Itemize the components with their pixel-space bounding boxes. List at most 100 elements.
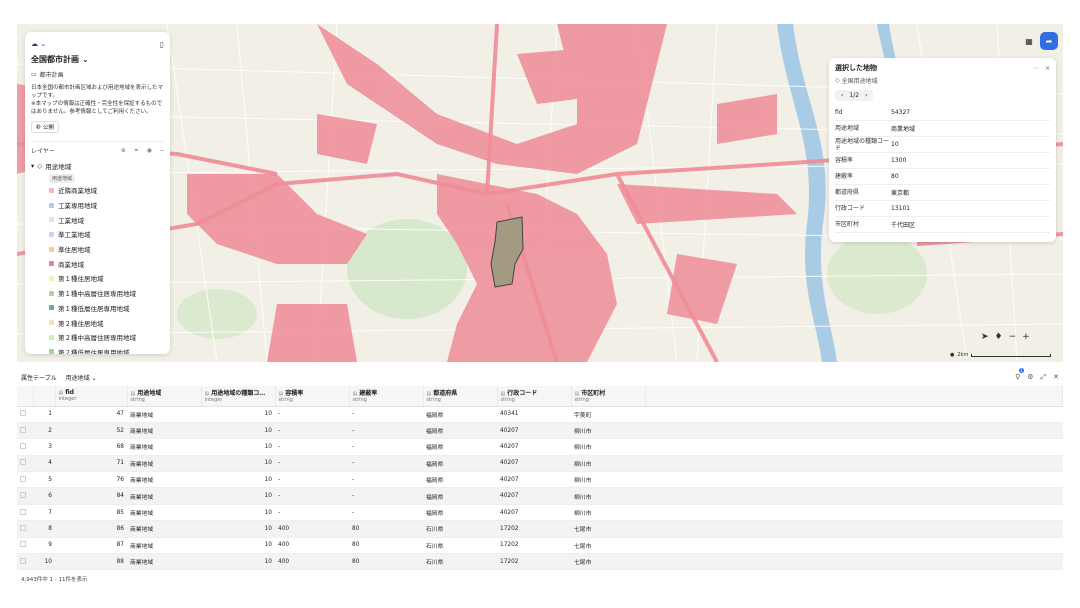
- table-row[interactable]: 10 88 商業地域 10 400 80 石川県 17202 七尾市: [17, 553, 1063, 571]
- column-header[interactable]: ▤ 用途地域 string: [127, 386, 202, 407]
- row-checkbox[interactable]: [20, 557, 26, 564]
- filter-count-badge: 1: [1019, 368, 1024, 373]
- row-checkbox[interactable]: [20, 508, 26, 515]
- project-title[interactable]: 全国都市計画 ⌄: [31, 54, 164, 65]
- table-row[interactable]: 1 47 商業地域 10- - 福岡県 40341 宇美町: [17, 406, 1063, 423]
- column-header[interactable]: ▤ fid integer: [55, 386, 128, 407]
- legend-item[interactable]: 第２種住居地域: [31, 315, 164, 330]
- column-header[interactable]: ▤ 用途地域の種類コ… integer: [201, 386, 276, 407]
- collapse-icon[interactable]: ⌣: [160, 147, 164, 155]
- eye-icon[interactable]: ◉: [147, 147, 152, 155]
- close-icon[interactable]: ✕: [1053, 373, 1059, 381]
- legend-item[interactable]: 工業地域: [31, 212, 164, 227]
- row-checkbox-cell[interactable]: [17, 487, 33, 505]
- legend-label: 第１種住居地域: [58, 275, 104, 284]
- compass-icon[interactable]: ♦: [995, 332, 1003, 342]
- column-header[interactable]: ▤ 行政コード string: [497, 386, 572, 407]
- row-checkbox-cell[interactable]: [17, 471, 33, 489]
- row-checkbox-cell[interactable]: [17, 406, 33, 423]
- table-footer: 4,943件中 1 - 11件を表示: [21, 577, 88, 583]
- row-checkbox[interactable]: [20, 492, 26, 499]
- row-checkbox-cell[interactable]: [17, 455, 33, 473]
- close-icon[interactable]: ✕: [1045, 65, 1050, 72]
- cell-city: 七尾市: [571, 520, 645, 538]
- layer-style-icon: ◇: [37, 162, 43, 170]
- row-checkbox-cell[interactable]: [17, 422, 33, 440]
- feature-attr-row: 用途地域の種類コード 10: [835, 137, 1050, 153]
- row-number: 1: [33, 406, 55, 423]
- cell-city: 柳川市: [571, 487, 645, 505]
- grid-icon[interactable]: ▦: [1021, 33, 1037, 49]
- column-header[interactable]: ▤ 建蔽率 string: [349, 386, 424, 407]
- legend-item[interactable]: 準住居地域: [31, 242, 164, 257]
- zoom-in-button[interactable]: +: [1022, 332, 1030, 342]
- chevron-left-icon[interactable]: ‹: [841, 92, 843, 99]
- row-checkbox[interactable]: [20, 459, 26, 466]
- legend-item[interactable]: 第１種中高層住居専用地域: [31, 286, 164, 301]
- link-icon[interactable]: ⚭: [134, 147, 139, 155]
- row-number: 2: [33, 422, 55, 440]
- project-title-text: 全国都市計画: [31, 55, 79, 64]
- sidebar-toggle-icon[interactable]: ▯: [160, 40, 164, 49]
- table-row[interactable]: 3 68 商業地域 10- - 福岡県 40207 柳川市: [17, 438, 1063, 456]
- cell-admin: 17202: [497, 537, 571, 555]
- gear-icon[interactable]: ⚙: [1027, 373, 1033, 381]
- legend-item[interactable]: 準工業地域: [31, 227, 164, 242]
- column-header[interactable]: ▤ 市区町村 string: [571, 386, 646, 407]
- project-folder[interactable]: ▭ 都市計画: [31, 70, 164, 79]
- column-name: 用途地域の種類コ…: [211, 390, 266, 398]
- row-checkbox-cell[interactable]: [17, 504, 33, 522]
- feature-layer: ◇ 全国用途地域: [835, 76, 1050, 85]
- legend-item[interactable]: 近隣商業地域: [31, 183, 164, 198]
- table-row[interactable]: 6 84 商業地域 10- - 福岡県 40207 柳川市: [17, 487, 1063, 505]
- filter-icon[interactable]: ⚲ 1: [1015, 368, 1024, 381]
- column-header[interactable]: ▤ 都道府県 string: [423, 386, 498, 407]
- chevron-right-icon[interactable]: ›: [865, 92, 867, 99]
- row-checkbox-cell[interactable]: [17, 553, 33, 571]
- row-checkbox-cell[interactable]: [17, 438, 33, 456]
- expand-icon[interactable]: ⤢: [1041, 373, 1047, 382]
- cell-city: 柳川市: [571, 438, 645, 456]
- legend-item[interactable]: 第２種中高層住居専用地域: [31, 330, 164, 345]
- legend-item[interactable]: 工業専用地域: [31, 198, 164, 213]
- table-row[interactable]: 2 52 商業地域 10- - 福岡県 40207 柳川市: [17, 422, 1063, 440]
- table-row[interactable]: 9 87 商業地域 10 400 80 石川県 17202 七尾市: [17, 537, 1063, 555]
- column-name: 都道府県: [433, 390, 458, 398]
- info-icon[interactable]: ●: [950, 352, 954, 358]
- layer-select[interactable]: 用途地域 ⌄: [63, 372, 100, 383]
- row-checkbox[interactable]: [20, 410, 26, 417]
- legend-item[interactable]: 第２種低層住居専用地域: [31, 345, 164, 354]
- row-checkbox[interactable]: [20, 426, 26, 433]
- add-layer-icon[interactable]: ⊕: [121, 147, 126, 155]
- table-row[interactable]: 4 71 商業地域 10- - 福岡県 40207 柳川市: [17, 455, 1063, 473]
- app-logo-icon[interactable]: ☁ ⌄: [31, 40, 46, 48]
- cell-far: -: [275, 487, 349, 505]
- row-checkbox[interactable]: [20, 442, 26, 449]
- column-header[interactable]: ▤ 容積率 string: [275, 386, 350, 407]
- layer-group-zoning[interactable]: ▾ ◇ 用途地域: [31, 161, 164, 171]
- cell-fid: 47: [55, 406, 127, 423]
- scale-label: 2km: [957, 352, 969, 358]
- share-icon[interactable]: ➦: [1040, 32, 1058, 50]
- cell-code: 10: [201, 455, 275, 473]
- cell-bcr: -: [349, 487, 423, 505]
- legend-item[interactable]: 商業地域: [31, 256, 164, 271]
- locate-icon[interactable]: ➤: [981, 332, 989, 342]
- row-checkbox[interactable]: [20, 541, 26, 548]
- legend-swatch: [49, 334, 54, 340]
- legend-item[interactable]: 第１種低層住居専用地域: [31, 301, 164, 316]
- visibility-badge[interactable]: ◍ 公開: [31, 121, 59, 133]
- zoom-out-button[interactable]: −: [1009, 332, 1017, 342]
- feature-attr-key: 容積率: [835, 157, 854, 164]
- more-icon[interactable]: ⋯: [1033, 65, 1039, 72]
- row-checkbox-cell[interactable]: [17, 520, 33, 538]
- table-row[interactable]: 5 76 商業地域 10- - 福岡県 40207 柳川市: [17, 471, 1063, 489]
- table-row[interactable]: 8 86 商業地域 10 400 80 石川県 17202 七尾市: [17, 520, 1063, 538]
- row-checkbox[interactable]: [20, 475, 26, 482]
- legend-item[interactable]: 第１種住居地域: [31, 271, 164, 286]
- legend-swatch: [49, 231, 54, 237]
- row-checkbox[interactable]: [20, 524, 26, 531]
- table-row[interactable]: 7 85 商業地域 10- - 福岡県 40207 柳川市: [17, 504, 1063, 522]
- row-checkbox-cell[interactable]: [17, 537, 33, 555]
- feature-attr-row: 容積率 1300: [835, 153, 1050, 169]
